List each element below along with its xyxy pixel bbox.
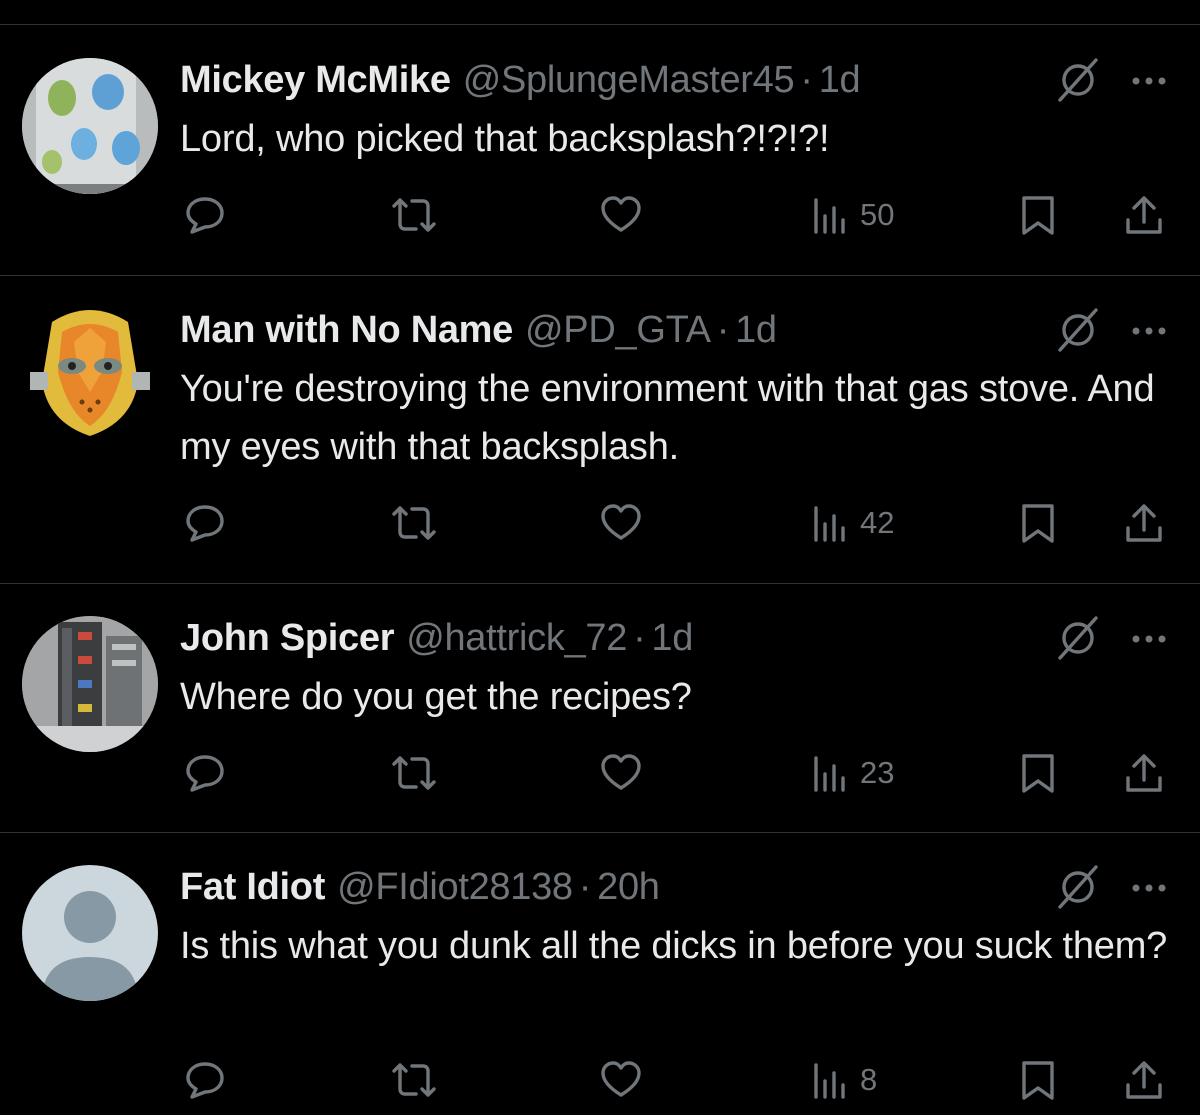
separator-dot: · <box>578 865 592 908</box>
share-upload-icon <box>1126 504 1162 542</box>
grok-slash-icon[interactable] <box>1054 306 1102 354</box>
like-button[interactable] <box>598 190 644 240</box>
timestamp[interactable]: 1d <box>651 617 693 660</box>
reply-button[interactable] <box>182 748 228 798</box>
share-button[interactable] <box>1120 190 1168 240</box>
share-upload-icon <box>1126 754 1162 792</box>
repost-arrows-icon <box>392 756 436 790</box>
display-name[interactable]: John Spicer <box>180 617 395 660</box>
speech-bubble-icon <box>186 197 224 234</box>
reply-button[interactable] <box>182 1055 228 1105</box>
reply-header: John Spicer @hattrick_72 · 1d <box>180 610 693 666</box>
reply-item[interactable]: John Spicer @hattrick_72 · 1d Where do y… <box>0 584 1200 832</box>
like-button[interactable] <box>598 498 644 548</box>
avatar[interactable] <box>22 865 158 1001</box>
default-user-icon <box>22 865 158 1001</box>
bar-chart-icon <box>814 1063 845 1099</box>
share-upload-icon <box>1126 196 1162 234</box>
bookmark-button[interactable] <box>1016 498 1060 548</box>
heart-icon <box>601 504 641 540</box>
user-handle[interactable]: @hattrick_72 <box>406 617 627 660</box>
separator-dot: · <box>716 308 730 351</box>
more-dots-icon[interactable] <box>1126 58 1172 104</box>
views-count: 8 <box>860 1062 878 1097</box>
repost-arrows-icon <box>392 1063 436 1097</box>
grok-slash-icon[interactable] <box>1054 863 1102 911</box>
user-handle[interactable]: @PD_GTA <box>525 309 711 352</box>
action-bar: 42 <box>0 498 1200 548</box>
heart-icon <box>601 196 641 232</box>
avatar[interactable] <box>22 302 158 438</box>
avatar[interactable] <box>22 58 158 194</box>
separator-dot: · <box>800 58 813 101</box>
views-count: 42 <box>860 505 895 540</box>
reply-header: Man with No Name @PD_GTA · 1d <box>180 302 777 358</box>
more-dots-icon[interactable] <box>1126 308 1172 354</box>
bookmark-icon <box>1022 504 1054 543</box>
display-name[interactable]: Mickey McMike <box>180 59 451 102</box>
reply-text: Lord, who picked that backsplash?!?!?! <box>180 118 830 160</box>
bar-chart-icon <box>814 198 845 234</box>
repost-button[interactable] <box>388 1055 440 1105</box>
bookmark-button[interactable] <box>1016 748 1060 798</box>
reply-item[interactable]: Man with No Name @PD_GTA · 1d You're des… <box>0 276 1200 583</box>
reply-item[interactable]: Mickey McMike @SplungeMaster45 · 1d Lord… <box>0 0 1200 275</box>
more-dots-icon[interactable] <box>1126 616 1172 662</box>
grok-slash-icon[interactable] <box>1054 56 1102 104</box>
share-button[interactable] <box>1120 748 1168 798</box>
repost-arrows-icon <box>392 198 436 232</box>
display-name[interactable]: Fat Idiot <box>180 866 325 909</box>
user-handle[interactable]: @FIdiot28138 <box>337 866 573 909</box>
heart-icon <box>601 754 641 790</box>
grok-slash-icon[interactable] <box>1054 614 1102 662</box>
reply-header: Mickey McMike @SplungeMaster45 · 1d <box>180 52 861 108</box>
action-bar: 50 <box>0 190 1200 240</box>
bookmark-icon <box>1022 1061 1054 1100</box>
views-count: 23 <box>860 755 895 790</box>
share-upload-icon <box>1126 1061 1162 1099</box>
timestamp[interactable]: 20h <box>597 866 660 909</box>
more-dots-icon[interactable] <box>1126 865 1172 911</box>
views-button[interactable]: 50 <box>810 190 894 240</box>
user-handle[interactable]: @SplungeMaster45 <box>463 59 795 102</box>
bar-chart-icon <box>814 756 845 792</box>
action-bar: 23 <box>0 748 1200 798</box>
action-bar: 8 <box>0 1055 1200 1105</box>
reply-text: Is this what you dunk all the dicks in b… <box>180 925 1168 967</box>
reply-header: Fat Idiot @FIdiot28138 · 20h <box>180 859 660 915</box>
heart-icon <box>601 1061 641 1097</box>
views-button[interactable]: 42 <box>810 498 894 548</box>
display-name[interactable]: Man with No Name <box>180 309 513 352</box>
reply-button[interactable] <box>182 498 228 548</box>
repost-button[interactable] <box>388 498 440 548</box>
separator-dot: · <box>633 616 646 659</box>
views-button[interactable]: 23 <box>810 748 894 798</box>
avatar[interactable] <box>22 616 158 752</box>
repost-button[interactable] <box>388 190 440 240</box>
timestamp[interactable]: 1d <box>819 59 861 102</box>
share-button[interactable] <box>1120 498 1168 548</box>
repost-button[interactable] <box>388 748 440 798</box>
views-button[interactable]: 8 <box>810 1055 877 1105</box>
bookmark-icon <box>1022 196 1054 235</box>
bookmark-button[interactable] <box>1016 190 1060 240</box>
bookmark-button[interactable] <box>1016 1055 1060 1105</box>
share-button[interactable] <box>1120 1055 1168 1105</box>
reply-item[interactable]: Fat Idiot @FIdiot28138 · 20h Is this wha… <box>0 833 1200 1115</box>
repost-arrows-icon <box>392 506 436 540</box>
speech-bubble-icon <box>186 755 224 792</box>
reply-text: You're destroying the environment with t… <box>180 368 1155 468</box>
timestamp[interactable]: 1d <box>735 309 777 352</box>
reply-text: Where do you get the recipes? <box>180 676 692 718</box>
bookmark-icon <box>1022 754 1054 793</box>
reply-button[interactable] <box>182 190 228 240</box>
speech-bubble-icon <box>186 1062 224 1099</box>
like-button[interactable] <box>598 748 644 798</box>
views-count: 50 <box>860 197 895 232</box>
speech-bubble-icon <box>186 505 224 542</box>
like-button[interactable] <box>598 1055 644 1105</box>
bar-chart-icon <box>814 506 845 542</box>
